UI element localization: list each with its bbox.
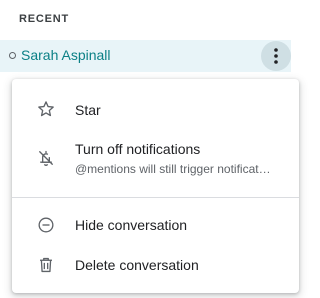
bell-off-icon	[39, 150, 53, 166]
minus-circle-icon	[38, 217, 54, 233]
menu-item-label: Turn off notifications	[75, 141, 201, 157]
menu-item-turn-off-notifications[interactable]: Turn off notifications @mentions will st…	[12, 133, 299, 187]
conversation-row[interactable]: Sarah Aspinall	[0, 40, 291, 72]
menu-item-label: Star	[75, 102, 101, 118]
more-options-button[interactable]	[261, 41, 291, 71]
conversation-name: Sarah Aspinall	[21, 47, 111, 63]
menu-item-hide-conversation[interactable]: Hide conversation	[12, 205, 299, 245]
star-outline-icon	[38, 101, 54, 117]
conversation-options-menu: Star Turn off notifications @mentions wi…	[12, 79, 299, 293]
menu-item-delete-conversation[interactable]: Delete conversation	[12, 245, 299, 285]
more-vert-icon	[274, 48, 278, 64]
menu-divider	[12, 197, 299, 198]
trash-icon	[40, 257, 52, 273]
presence-status-icon	[9, 52, 16, 59]
menu-item-label: Hide conversation	[75, 217, 188, 233]
section-header-recent: RECENT	[19, 13, 70, 25]
menu-item-label: Delete conversation	[75, 257, 199, 273]
menu-item-sublabel: @mentions will still trigger notificatio…	[75, 162, 271, 176]
menu-item-star[interactable]: Star	[12, 87, 299, 133]
